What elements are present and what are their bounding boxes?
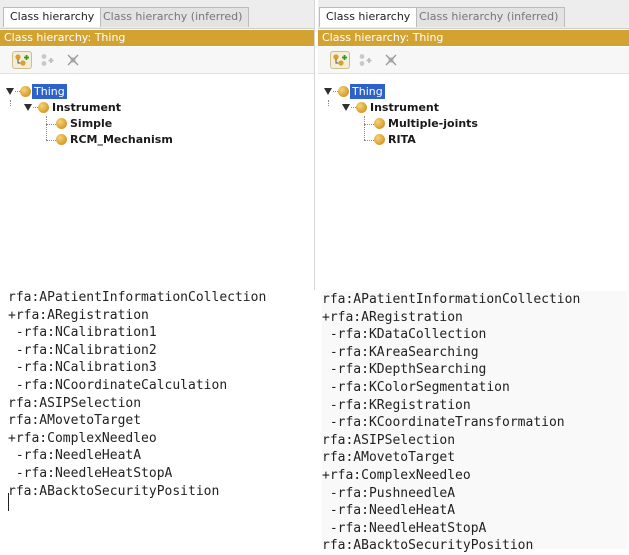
tree-node-thing[interactable]: Thing bbox=[6, 84, 126, 100]
class-icon bbox=[20, 86, 31, 97]
tree-node-label: Thing bbox=[32, 84, 67, 99]
expand-toggle-icon[interactable] bbox=[24, 104, 32, 111]
code-line: -rfa:NeedleHeatStopA bbox=[8, 465, 173, 481]
code-line: -rfa:NCalibration1 bbox=[8, 325, 157, 341]
code-line: -rfa:NeedleHeatA bbox=[8, 448, 142, 464]
code-line: rfa:AMovetoTarget bbox=[322, 450, 456, 466]
code-line: rfa:AMovetoTarget bbox=[8, 413, 142, 429]
code-line: rfa:ASIPSelection bbox=[322, 432, 456, 448]
tab-class-hierarchy[interactable]: Class hierarchy bbox=[3, 7, 102, 27]
tab-bar: Class hierarchy Class hierarchy (inferre… bbox=[0, 0, 314, 29]
view-title: Class hierarchy: Thing bbox=[0, 30, 314, 46]
class-icon bbox=[56, 134, 67, 145]
code-line: rfa:ASIPSelection bbox=[8, 395, 142, 411]
hierarchy-toolbar bbox=[318, 47, 629, 74]
code-line: -rfa:NCalibration3 bbox=[8, 360, 157, 376]
expand-toggle-icon[interactable] bbox=[342, 104, 350, 111]
delete-class-icon bbox=[67, 54, 79, 66]
code-line: -rfa:KCoordinateTransformation bbox=[322, 415, 565, 431]
class-icon bbox=[374, 118, 385, 129]
tree-node-leaf[interactable]: Simple bbox=[46, 116, 186, 132]
code-line: -rfa:KDataCollection bbox=[322, 327, 487, 343]
tree-node-instrument[interactable]: Instrument bbox=[342, 100, 482, 116]
code-line: -rfa:PushneedleA bbox=[322, 485, 456, 501]
tree-node-label: Simple bbox=[70, 117, 113, 130]
code-line: rfa:APatientInformationCollection bbox=[322, 292, 581, 307]
tab-class-hierarchy-inferred[interactable]: Class hierarchy (inferred) bbox=[412, 7, 566, 27]
code-line: +rfa:ARegistration bbox=[8, 307, 149, 323]
tree-node-instrument[interactable]: Instrument bbox=[24, 100, 164, 116]
code-line: -rfa:KColorSegmentation bbox=[322, 379, 510, 395]
code-line: -rfa:KRegistration bbox=[322, 397, 471, 413]
tab-class-hierarchy-inferred[interactable]: Class hierarchy (inferred) bbox=[96, 7, 250, 27]
tree-node-label: Multiple-joints bbox=[388, 117, 478, 130]
class-icon bbox=[374, 134, 385, 145]
tree-node-label: Instrument bbox=[370, 101, 439, 114]
tree-node-label: RITA bbox=[388, 133, 416, 146]
add-sibling-icon bbox=[41, 54, 54, 66]
process-listing-left: rfa:APatientInformationCollection +rfa:A… bbox=[8, 289, 308, 500]
code-line: -rfa:KDepthSearching bbox=[322, 362, 487, 378]
add-subclass-button[interactable] bbox=[12, 51, 32, 69]
expand-toggle-icon[interactable] bbox=[6, 88, 14, 95]
code-line: -rfa:NeedleHeatA bbox=[322, 503, 456, 519]
code-line: +rfa:ComplexNeedleo bbox=[8, 430, 157, 446]
text-cursor bbox=[8, 493, 9, 511]
tree-node-label: RCM_Mechanism bbox=[70, 133, 173, 146]
add-sibling-icon bbox=[359, 54, 372, 66]
code-line: -rfa:KAreaSearching bbox=[322, 344, 479, 360]
class-hierarchy-panel-right: Class hierarchy Class hierarchy (inferre… bbox=[318, 0, 629, 290]
code-line: +rfa:ARegistration bbox=[322, 309, 463, 325]
add-sibling-button[interactable] bbox=[356, 51, 376, 69]
code-line: -rfa:NCalibration2 bbox=[8, 342, 157, 358]
delete-class-button[interactable] bbox=[63, 51, 83, 69]
view-title: Class hierarchy: Thing bbox=[318, 30, 629, 46]
tree-node-leaf[interactable]: Multiple-joints bbox=[364, 116, 524, 132]
tab-class-hierarchy[interactable]: Class hierarchy bbox=[319, 7, 418, 27]
code-line: rfa:APatientInformationCollection bbox=[8, 290, 267, 305]
process-listing-right: rfa:APatientInformationCollection +rfa:A… bbox=[322, 291, 627, 553]
tree-node-label: Thing bbox=[350, 84, 385, 99]
class-hierarchy-panel-left: Class hierarchy Class hierarchy (inferre… bbox=[0, 0, 315, 290]
code-line: rfa:ABacktoSecurityPosition bbox=[322, 538, 534, 554]
code-line: rfa:ABacktoSecurityPosition bbox=[8, 483, 220, 499]
class-icon bbox=[56, 118, 67, 129]
hierarchy-toolbar bbox=[0, 47, 314, 74]
delete-class-button[interactable] bbox=[381, 51, 401, 69]
code-line: -rfa:NCoordinateCalculation bbox=[8, 377, 228, 393]
tree-node-leaf[interactable]: RITA bbox=[364, 132, 504, 148]
tab-bar: Class hierarchy Class hierarchy (inferre… bbox=[318, 0, 629, 29]
class-icon bbox=[38, 102, 49, 113]
code-line: +rfa:ComplexNeedleo bbox=[322, 467, 471, 483]
code-line: -rfa:NeedleHeatStopA bbox=[322, 520, 487, 536]
add-subclass-icon bbox=[333, 54, 347, 66]
add-subclass-button[interactable] bbox=[330, 51, 350, 69]
class-icon bbox=[356, 102, 367, 113]
tree-node-label: Instrument bbox=[52, 101, 121, 114]
class-icon bbox=[338, 86, 349, 97]
delete-class-icon bbox=[385, 54, 397, 66]
expand-toggle-icon[interactable] bbox=[324, 88, 332, 95]
tree-node-thing[interactable]: Thing bbox=[324, 84, 444, 100]
add-sibling-button[interactable] bbox=[38, 51, 58, 69]
tree-node-leaf[interactable]: RCM_Mechanism bbox=[46, 132, 206, 148]
add-subclass-icon bbox=[15, 54, 29, 66]
